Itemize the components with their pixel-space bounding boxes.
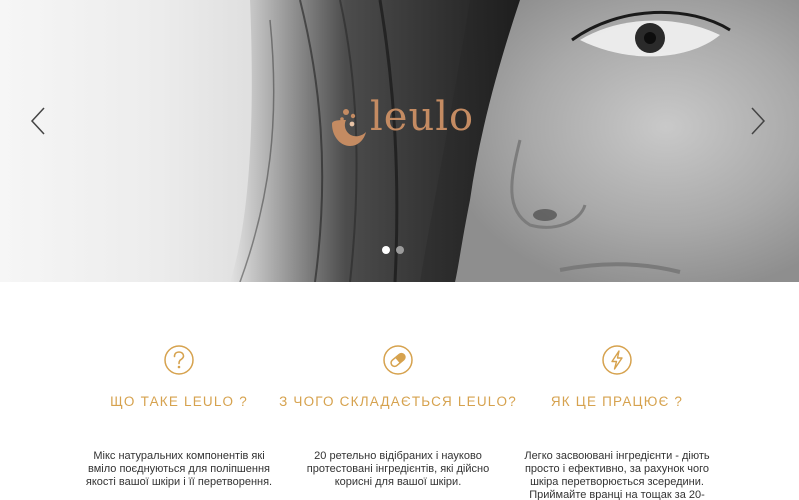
features-section: ЩО ТАКЕ LEULO ? Мікс натуральних компоне… <box>0 282 799 500</box>
logo-mark-icon <box>332 109 366 146</box>
question-circle-icon <box>164 345 194 375</box>
lightning-circle-icon <box>602 345 632 375</box>
feature-title: З ЧОГО СКЛАДАЄТЬСЯ LEULO? <box>279 394 517 409</box>
brand-logo: leulo <box>326 94 516 158</box>
feature-composition: З ЧОГО СКЛАДАЄТЬСЯ LEULO? 20 ретельно ві… <box>278 344 518 488</box>
pill-circle-icon <box>383 345 413 375</box>
feature-text: Мікс натуральних компонентів які вміло п… <box>85 450 273 488</box>
slider-prev-button[interactable] <box>26 104 56 138</box>
feature-how-it-works: ЯК ЦЕ ПРАЦЮЄ ? Легко засвоювані інгредіє… <box>497 344 737 500</box>
feature-title: ЩО ТАКЕ LEULO ? <box>110 394 248 409</box>
chevron-right-icon <box>751 107 766 135</box>
feature-text: 20 ретельно відібраних і науково протест… <box>306 450 490 488</box>
chevron-left-icon <box>30 107 45 135</box>
slider-dots <box>378 246 418 256</box>
feature-text: Легко засвоювані інгредієнти - діють про… <box>524 450 710 500</box>
slider-next-button[interactable] <box>744 104 774 138</box>
feature-what-is: ЩО ТАКЕ LEULO ? Мікс натуральних компоне… <box>59 344 299 488</box>
slider-dot-active[interactable] <box>382 246 390 254</box>
logo-wordmark: leulo <box>370 94 475 140</box>
hero-slider: leulo <box>0 0 799 282</box>
feature-title: ЯК ЦЕ ПРАЦЮЄ ? <box>550 394 684 409</box>
slider-dot[interactable] <box>396 246 404 254</box>
